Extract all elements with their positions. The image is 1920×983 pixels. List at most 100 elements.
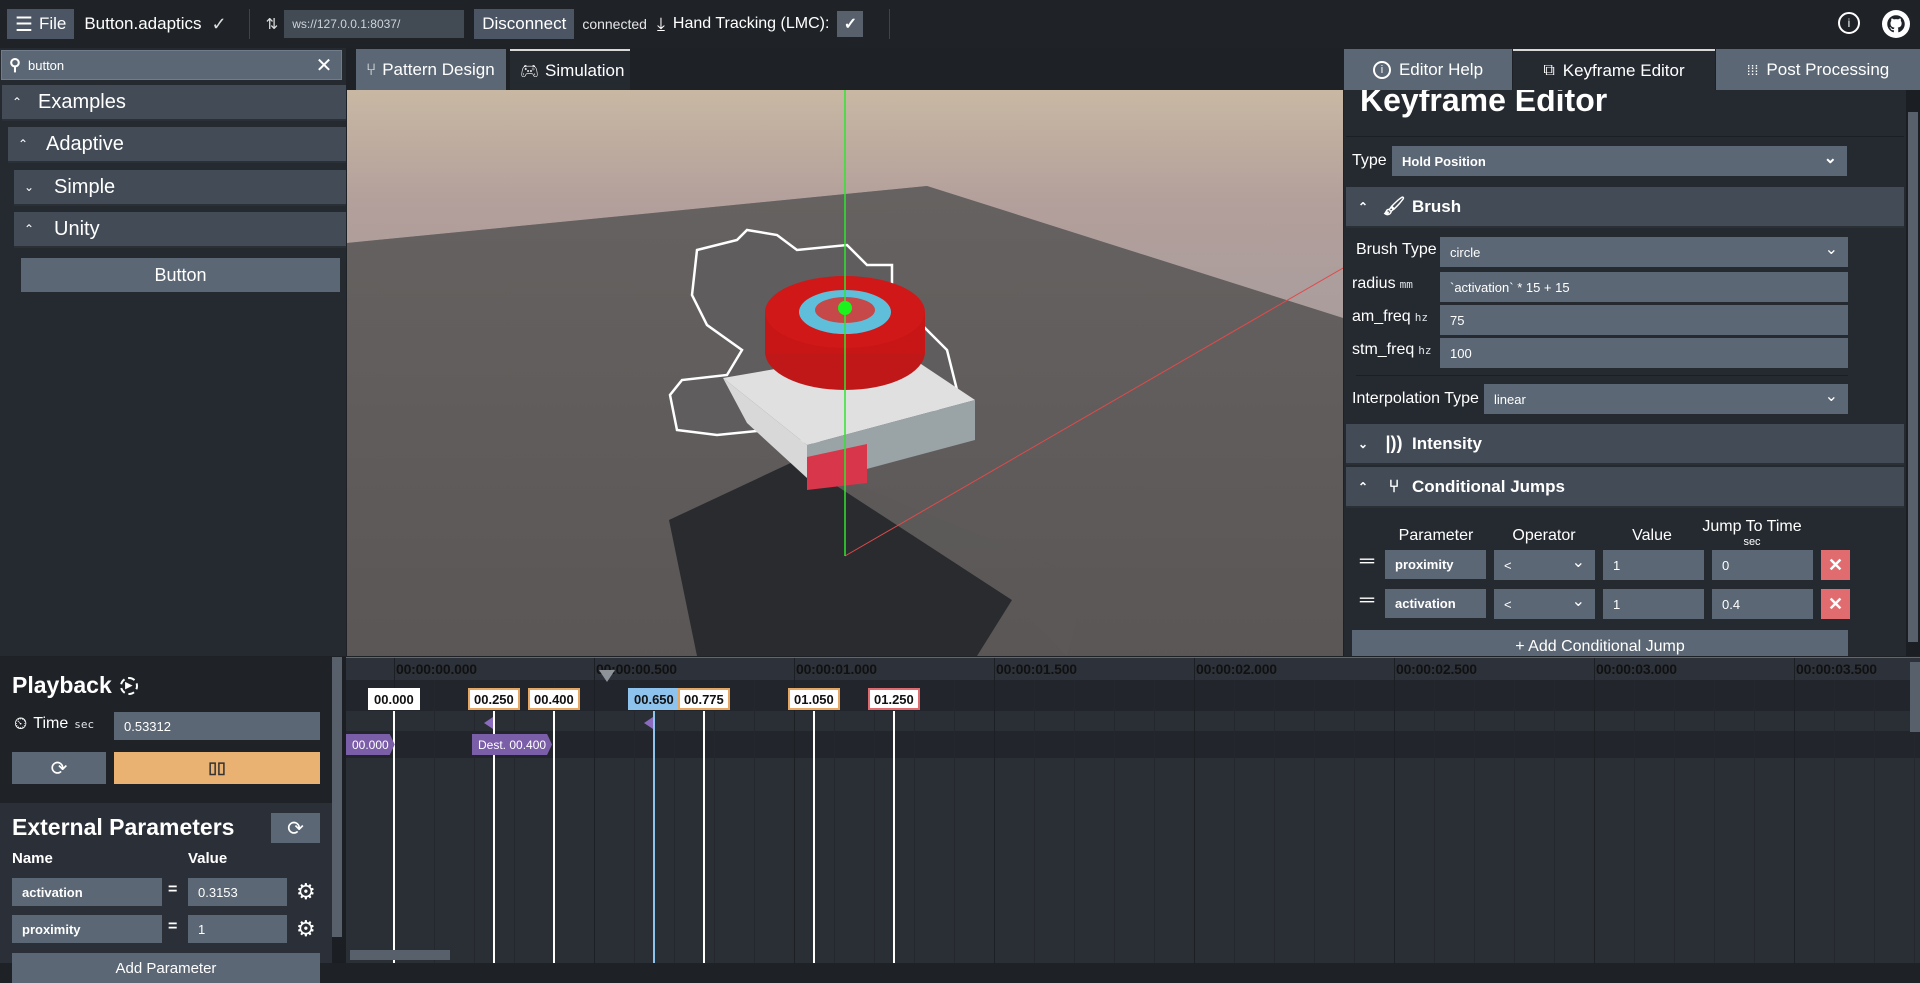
gear-icon[interactable]: ⚙ (296, 879, 316, 905)
interpolation-type-select[interactable]: linear (1484, 384, 1848, 414)
intensity-section-header[interactable]: ⌄ |)) Intensity (1346, 424, 1904, 465)
close-icon: ✕ (1827, 554, 1844, 575)
jump-destination-tag[interactable]: 00.000 (346, 734, 395, 755)
simulation-viewport[interactable] (347, 90, 1343, 656)
timeline-minor-gridline (1114, 680, 1115, 963)
timeline-minor-gridline (1234, 680, 1235, 963)
add-conditional-jump-button[interactable]: + Add Conditional Jump (1352, 630, 1848, 656)
brush-icon: 🖌︎ (1382, 196, 1406, 216)
keyframe-marker[interactable]: 00.650 (628, 688, 680, 710)
left-panel-scrollbar[interactable] (332, 657, 346, 963)
keyframe-marker[interactable]: 01.050 (788, 688, 840, 710)
cj-parameter-input[interactable]: activation (1385, 589, 1486, 618)
chevron-up-icon: ⌃ (1357, 479, 1369, 494)
cj-value-input[interactable]: 1 (1603, 550, 1704, 580)
param-value-input[interactable]: 0.3153 (188, 878, 287, 906)
timeline-minor-gridline (1074, 680, 1075, 963)
keyframe-marker[interactable]: 00.775 (678, 688, 730, 710)
interpolation-type-label: Interpolation Type (1352, 390, 1479, 407)
chevron-down-icon: ⌄ (1357, 436, 1369, 451)
keyframe-marker[interactable]: 01.250 (868, 688, 920, 710)
drag-handle-icon[interactable]: ═ (1357, 589, 1377, 612)
hand-tracking-checkbox[interactable]: ✓ (837, 11, 864, 37)
timeline-tick-label: 00:00:03.500 (1796, 661, 1877, 677)
timeline-minor-gridline (1434, 680, 1435, 963)
search-input[interactable]: button (28, 58, 307, 73)
cj-parameter-input[interactable]: proximity (1385, 550, 1486, 579)
scrollbar-thumb[interactable] (332, 657, 342, 937)
jump-destination-tag[interactable]: Dest. 00.400 (472, 734, 552, 755)
type-select[interactable]: Hold Position (1392, 146, 1847, 176)
tab-keyframe-editor[interactable]: ⧉ Keyframe Editor (1513, 49, 1715, 90)
equals-sign: = (168, 918, 178, 935)
drag-handle-icon[interactable]: ═ (1357, 550, 1377, 573)
clear-search-icon[interactable]: ✕ (307, 53, 341, 78)
disconnect-button[interactable]: Disconnect (474, 9, 575, 39)
keyframe-marker[interactable]: 00.250 (468, 688, 520, 710)
accessibility-icon[interactable]: i (1838, 12, 1860, 34)
pause-button[interactable]: ▯▯ (114, 752, 320, 784)
websocket-url-input[interactable]: ws://127.0.0.1:8037/ (284, 10, 465, 38)
stm-freq-label: stm_freq hz (1352, 341, 1432, 358)
chevron-up-icon: ⌃ (1357, 199, 1369, 214)
tab-post-processing[interactable]: ⁞⁞⁞ Post Processing (1716, 49, 1920, 90)
radius-input[interactable]: `activation` * 15 + 15 (1440, 272, 1848, 302)
tree-item-simple[interactable]: ⌄ Simple (14, 170, 346, 206)
time-input[interactable]: 0.53312 (114, 712, 320, 740)
keyframe-marker[interactable]: 00.000 (368, 688, 420, 710)
restart-button[interactable]: ⟳ (12, 752, 106, 784)
search-box[interactable]: ⚲ button ✕ (1, 50, 342, 80)
reset-parameters-button[interactable]: ⟳ (271, 813, 320, 843)
delete-jump-button[interactable]: ✕ (1821, 550, 1850, 580)
timeline-ruler[interactable] (346, 658, 1920, 680)
timeline-minor-gridline (674, 680, 675, 963)
close-icon: ✕ (1827, 593, 1844, 614)
playhead-marker[interactable] (599, 670, 616, 682)
jump-source-arrow[interactable] (644, 717, 653, 729)
tab-simulation[interactable]: 🎮︎ Simulation (510, 49, 630, 90)
param-name-input[interactable]: proximity (12, 915, 162, 943)
timeline-minor-gridline (1514, 680, 1515, 963)
cj-operator-select[interactable]: < (1494, 589, 1595, 619)
brush-section-header[interactable]: ⌃ 🖌︎ Brush (1346, 187, 1904, 228)
scrollbar-thumb[interactable] (1908, 112, 1918, 642)
example-button-item[interactable]: Button (21, 258, 340, 292)
tab-editor-help[interactable]: i Editor Help (1344, 49, 1512, 90)
gear-icon[interactable]: ⚙ (296, 916, 316, 942)
divider (889, 9, 891, 39)
timeline-horizontal-scrollbar[interactable] (350, 950, 450, 960)
stm-freq-input[interactable]: 100 (1440, 338, 1848, 368)
param-value-input[interactable]: 1 (188, 915, 287, 943)
right-panel-scrollbar[interactable] (1906, 90, 1920, 656)
timeline-minor-gridline (1034, 680, 1035, 963)
tree-item-adaptive[interactable]: ⌃ Adaptive (8, 127, 346, 163)
time-label: ⏲ Time sec (14, 714, 95, 733)
timeline-minor-gridline (434, 680, 435, 963)
swap-vertical-icon[interactable]: ⇅ (266, 15, 279, 33)
play-circle-icon: ▶ (119, 676, 138, 695)
radius-label: radius mm (1352, 275, 1413, 292)
jump-source-arrow[interactable] (484, 717, 493, 729)
tree-item-examples[interactable]: ⌃ Examples (2, 85, 346, 121)
timeline-minor-gridline (754, 680, 755, 963)
cj-jump-time-input[interactable]: 0.4 (1712, 589, 1813, 619)
delete-jump-button[interactable]: ✕ (1821, 589, 1850, 619)
chevron-up-icon: ⌃ (23, 222, 35, 236)
cj-operator-select[interactable]: < (1494, 550, 1595, 580)
add-parameter-button[interactable]: Add Parameter (12, 953, 320, 983)
cj-jump-time-input[interactable]: 0 (1712, 550, 1813, 580)
timeline-vertical-scrollbar[interactable] (1910, 662, 1920, 732)
cj-value-input[interactable]: 1 (1603, 589, 1704, 619)
hand-tracking-label: Hand Tracking (LMC): (672, 15, 830, 32)
tab-pattern-design[interactable]: ⑂ Pattern Design (356, 49, 506, 90)
file-menu-button[interactable]: ☰ File (7, 9, 75, 39)
timeline-minor-gridline (1314, 680, 1315, 963)
conditional-jumps-section-header[interactable]: ⌃ ⑂ Conditional Jumps (1346, 467, 1904, 508)
param-name-input[interactable]: activation (12, 878, 162, 906)
timeline[interactable]: 00:00:00.000 00:00:00.500 00:00:01.000 00:0… (346, 657, 1920, 963)
github-icon[interactable] (1882, 10, 1910, 38)
brush-type-select[interactable]: circle (1440, 237, 1848, 267)
tree-item-unity[interactable]: ⌃ Unity (14, 212, 346, 248)
keyframe-marker[interactable]: 00.400 (528, 688, 580, 710)
am-freq-input[interactable]: 75 (1440, 305, 1848, 335)
